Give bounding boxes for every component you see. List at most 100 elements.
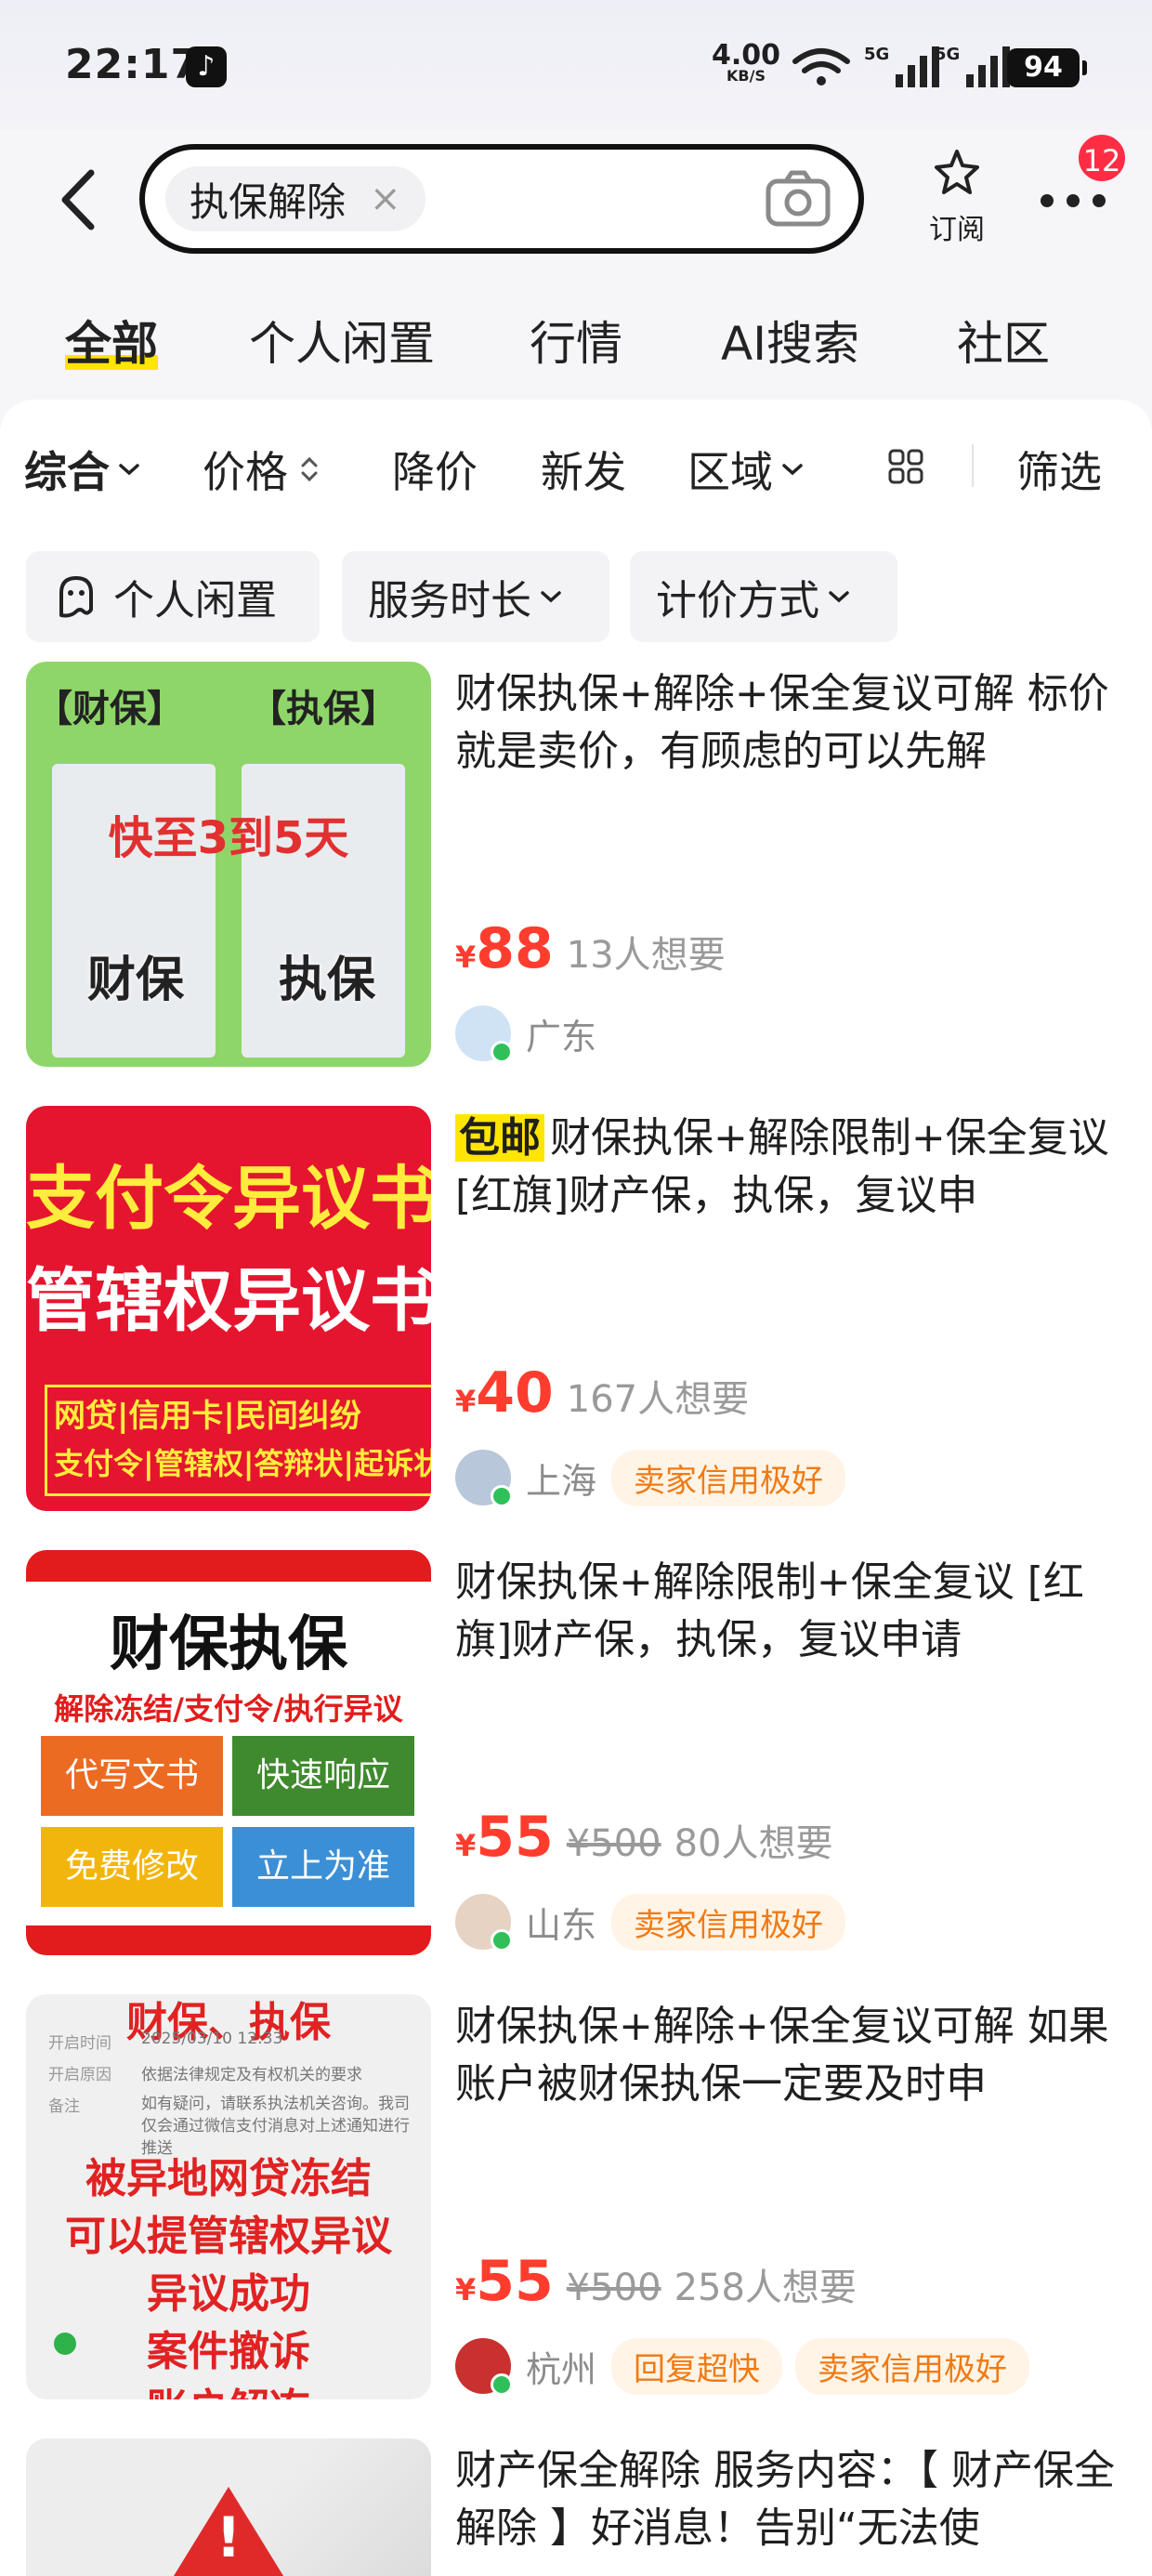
pricing-method-pill[interactable]: 计价方式 xyxy=(630,551,897,642)
image-caption: 解除冻结/支付令/执行异议 xyxy=(54,1691,403,1727)
cell-signal-2-icon: 5G xyxy=(935,45,1011,87)
currency-symbol: ¥ xyxy=(455,1384,477,1419)
seller-row: 上海 卖家信用极好 xyxy=(455,1444,858,1511)
back-arrow-icon[interactable] xyxy=(56,167,102,232)
price-row: ¥ 88 13人想要 xyxy=(455,916,726,981)
credit-excellent-tag: 卖家信用极好 xyxy=(611,1893,846,1951)
seller-location: 上海 xyxy=(526,1460,597,1502)
image-caption: 网贷|信用卡|民间纠纷 xyxy=(54,1398,361,1435)
image-caption: 2025/03/10 12:33 xyxy=(141,2030,283,2048)
image-caption: 财保执保 xyxy=(110,1610,347,1679)
tab-ai-search[interactable]: AI搜索 xyxy=(721,307,859,374)
credit-excellent-tag: 卖家信用极好 xyxy=(611,1449,846,1506)
screen-filter-button[interactable]: 筛选 xyxy=(1016,439,1102,500)
personal-idle-pill-label: 个人闲置 xyxy=(113,577,277,624)
currency-symbol: ¥ xyxy=(455,1828,477,1863)
cell-signal-1-label: 5G xyxy=(864,45,890,64)
wechat-pay-icon xyxy=(54,2333,76,2355)
new-listing-filter[interactable]: 新发 xyxy=(541,439,626,500)
seller-avatar[interactable] xyxy=(455,1450,513,1507)
listing-title: 财产保全解除 服务内容：【 财产保全解除 】好消息！告别“无法使 xyxy=(455,2447,1115,2552)
listing-image[interactable]: 财保执保 解除冻结/支付令/执行异议 代写文书 快速响应 免费修改 立上为准 xyxy=(26,1550,431,1955)
star-pin-icon xyxy=(935,150,979,194)
image-caption: 快速响应 xyxy=(232,1736,414,1816)
personal-idle-pill[interactable]: 个人闲置 xyxy=(26,551,320,642)
seller-location: 杭州 xyxy=(526,2348,597,2390)
subscribe-button[interactable]: 订阅 xyxy=(915,147,999,247)
price-row: ¥ 55 ¥500 80人想要 xyxy=(455,1805,832,1870)
tiktok-notification-icon: ♪ xyxy=(186,46,227,87)
status-bar: 22:17 ♪ 4.00 KB/S 5G 5G 94 xyxy=(0,0,1152,130)
seller-row: 广东 xyxy=(455,1000,611,1067)
chevron-down-icon xyxy=(782,464,803,476)
image-caption: 免费修改 xyxy=(41,1827,223,1907)
filter-divider xyxy=(972,444,974,487)
currency-symbol: ¥ xyxy=(455,940,477,975)
cell-signal-2-label: 5G xyxy=(935,45,961,64)
listing-image[interactable]: 【财保】 【执保】 快至3到5天 财保 执保 xyxy=(26,662,431,1067)
original-price: ¥500 xyxy=(566,2267,661,2309)
image-caption: 立上为准 xyxy=(232,1827,414,1907)
currency-symbol: ¥ xyxy=(455,2272,477,2307)
warning-mark: ! xyxy=(216,2505,242,2570)
sort-dropdown[interactable]: 综合 xyxy=(24,439,143,500)
price-sort[interactable]: 价格 xyxy=(203,439,323,500)
image-caption-block: 被异地网贷冻结 可以提管辖权异议 异议成功 案件撤诉 账户解冻 xyxy=(26,2150,431,2399)
want-count: 258人想要 xyxy=(674,2267,857,2309)
image-caption: 开启原因 xyxy=(48,2066,111,2084)
listing-title: 包邮 财保执保+解除限制+保全复议 [红旗]财产保，执保，复议申 xyxy=(455,1110,1124,1225)
listing-image[interactable]: 支付令异议书 管辖权异议书 网贷|信用卡|民间纠纷 支付令|管辖权|答辩状|起诉… xyxy=(26,1106,431,1511)
image-caption: 支付令异议书 xyxy=(26,1159,431,1239)
image-caption: 支付令|管辖权|答辩状|起诉状 xyxy=(54,1446,431,1481)
notification-badge: 12 xyxy=(1076,132,1128,184)
price: 40 xyxy=(476,1360,554,1426)
listing-image[interactable]: ! xyxy=(26,2438,431,2576)
search-box[interactable]: 执保解除 × xyxy=(139,144,864,254)
search-query-chip[interactable]: 执保解除 × xyxy=(165,166,425,231)
sort-label: 综合 xyxy=(24,447,110,497)
want-count: 13人想要 xyxy=(566,934,726,977)
grid-view-icon[interactable] xyxy=(887,448,924,485)
chevron-down-icon xyxy=(119,464,139,476)
price-label: 价格 xyxy=(203,447,288,497)
image-caption: 依据法律规定及有权机关的要求 xyxy=(141,2066,362,2084)
price: 55 xyxy=(476,1805,554,1870)
search-query-text: 执保解除 xyxy=(190,178,347,225)
service-duration-label: 服务时长 xyxy=(368,577,531,624)
want-count: 167人想要 xyxy=(566,1378,750,1421)
image-caption: 【财保】 xyxy=(35,688,184,730)
seller-row: 山东 卖家信用极好 xyxy=(455,1888,858,1955)
credit-excellent-tag: 卖家信用极好 xyxy=(795,2337,1030,2395)
image-caption: 执保 xyxy=(279,953,376,1008)
image-caption: 代写文书 xyxy=(41,1736,223,1816)
image-caption: 财保 xyxy=(87,953,185,1008)
image-caption: 管辖权异议书 xyxy=(26,1261,431,1341)
tab-all[interactable]: 全部 xyxy=(65,307,158,374)
region-label: 区域 xyxy=(687,447,773,497)
image-caption: 【执保】 xyxy=(249,688,398,730)
status-time: 22:17 xyxy=(65,41,201,88)
network-speed: 4.00 KB/S xyxy=(712,42,780,84)
tabs-fade xyxy=(1115,297,1152,372)
price-drop-filter[interactable]: 降价 xyxy=(392,439,478,500)
image-caption: 异议成功 xyxy=(147,2270,310,2318)
region-dropdown[interactable]: 区域 xyxy=(687,439,806,500)
battery-indicator: 94 xyxy=(1007,48,1087,87)
price-row: ¥ 40 167人想要 xyxy=(455,1360,749,1426)
subscribe-label: 订阅 xyxy=(929,214,985,246)
original-price: ¥500 xyxy=(566,1822,661,1865)
tab-personal-idle[interactable]: 个人闲置 xyxy=(249,307,435,374)
image-banner xyxy=(26,1925,431,1955)
seller-avatar[interactable] xyxy=(455,2338,513,2396)
service-duration-pill[interactable]: 服务时长 xyxy=(342,551,609,642)
listing-image[interactable]: 财保、执保 开启时间 2025/03/10 12:33 开启原因 依据法律规定及… xyxy=(26,1994,431,2399)
seller-avatar[interactable] xyxy=(455,1894,513,1952)
want-count: 80人想要 xyxy=(674,1822,833,1865)
seller-avatar[interactable] xyxy=(455,1005,513,1063)
camera-icon[interactable] xyxy=(766,170,831,228)
tab-community[interactable]: 社区 xyxy=(957,307,1050,374)
clear-query-icon[interactable]: × xyxy=(370,177,401,220)
image-caption: 快至3到5天 xyxy=(108,812,349,864)
listing-title: 财保执保+解除+保全复议可解 标价就是卖价，有顾虑的可以先解 xyxy=(455,670,1109,775)
tab-market[interactable]: 行情 xyxy=(530,307,622,374)
